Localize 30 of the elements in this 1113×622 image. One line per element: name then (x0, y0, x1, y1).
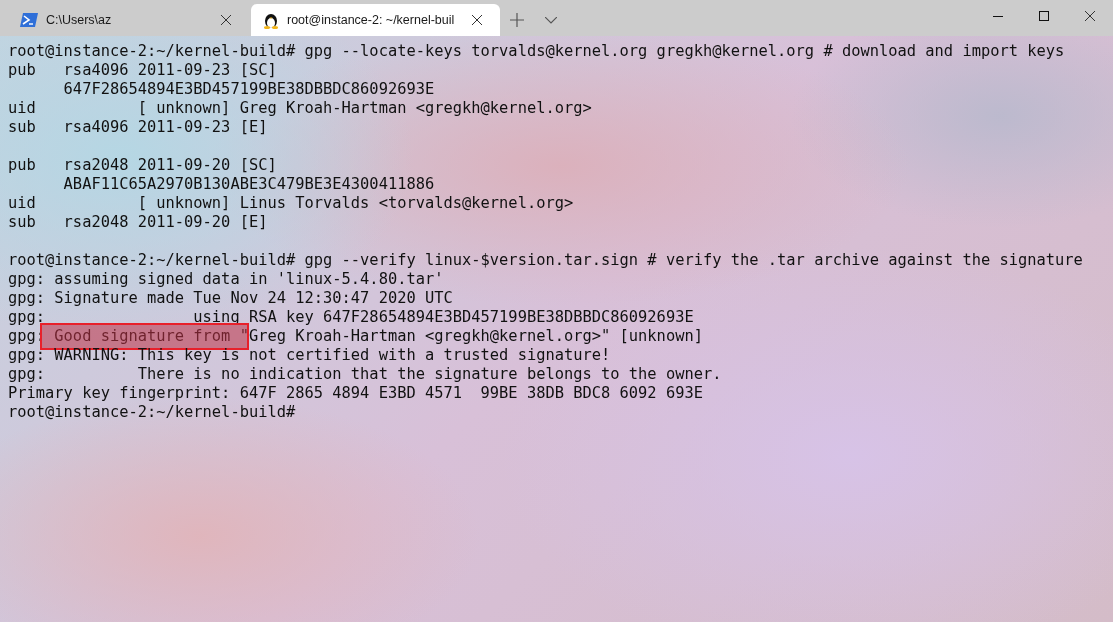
terminal-line: 647F28654894E3BD457199BE38DBBDC86092693E (62, 80, 436, 99)
terminal-line: gpg: assuming signed data in 'linux-5.4.80.tar' (8, 270, 445, 289)
terminal-line: sub rsa4096 2011-09-23 [E] (8, 118, 269, 137)
close-icon (1085, 11, 1095, 21)
terminal-line: sub rsa2048 2011-09-20 [E] (8, 213, 269, 232)
close-icon (221, 15, 231, 25)
penguin-icon (263, 11, 279, 29)
terminal-line: gpg: using RSA key 647F28654894E3BD457199BE38DBBDC86092693E (8, 308, 695, 327)
terminal-line: gpg: Signature made Tue Nov 24 12:30:47 2020 UTC (8, 289, 454, 308)
terminal-line: root@instance-2:~/kernel-build# gpg --verify linux-$version.tar.sign # verify the .tar archive against the signature (8, 251, 1084, 270)
terminal-line: root@instance-2:~/kernel-build# gpg --locate-keys torvalds@kernel.org gregkh@kernel.org # download and import keys (8, 42, 1066, 61)
terminal-line: pub rsa2048 2011-09-20 [SC] (8, 156, 278, 175)
terminal-line: uid [ unknown] Linus Torvalds <torvalds@kernel.org> (8, 194, 575, 213)
chevron-down-icon (545, 16, 558, 24)
terminal-prompt-icon (20, 13, 38, 27)
tab-title: root@instance-2: ~/kernel-buil (287, 13, 455, 27)
terminal-line: root@instance-2:~/kernel-build# (8, 403, 297, 422)
terminal-line: Primary key fingerprint: 647F 2865 4894 E3BD 4571 99BE 38DB BDC8 6092 693E (8, 384, 704, 403)
minimize-icon (993, 15, 1003, 17)
terminal-tab[interactable]: root@instance-2: ~/kernel-buil (251, 4, 501, 36)
maximize-icon (1039, 11, 1049, 21)
plus-icon (510, 13, 525, 27)
terminal-line: gpg: WARNING: This key is not certified with a trusted signature! (8, 346, 612, 365)
terminal-line: pub rsa4096 2011-09-23 [SC] (8, 61, 278, 80)
terminal-line: uid [ unknown] Greg Kroah-Hartman <gregkh@kernel.org> (8, 99, 593, 118)
close-icon (472, 15, 483, 25)
terminal-line: ABAF11C65A2970B130ABE3C479BE3E4300411886 (62, 175, 436, 194)
terminal-tab[interactable]: C:\Users\az (8, 4, 249, 36)
tab-title: C:\Users\az (46, 13, 113, 27)
terminal-line: gpg: There is no indication that the signature belongs to the owner. (8, 365, 723, 384)
